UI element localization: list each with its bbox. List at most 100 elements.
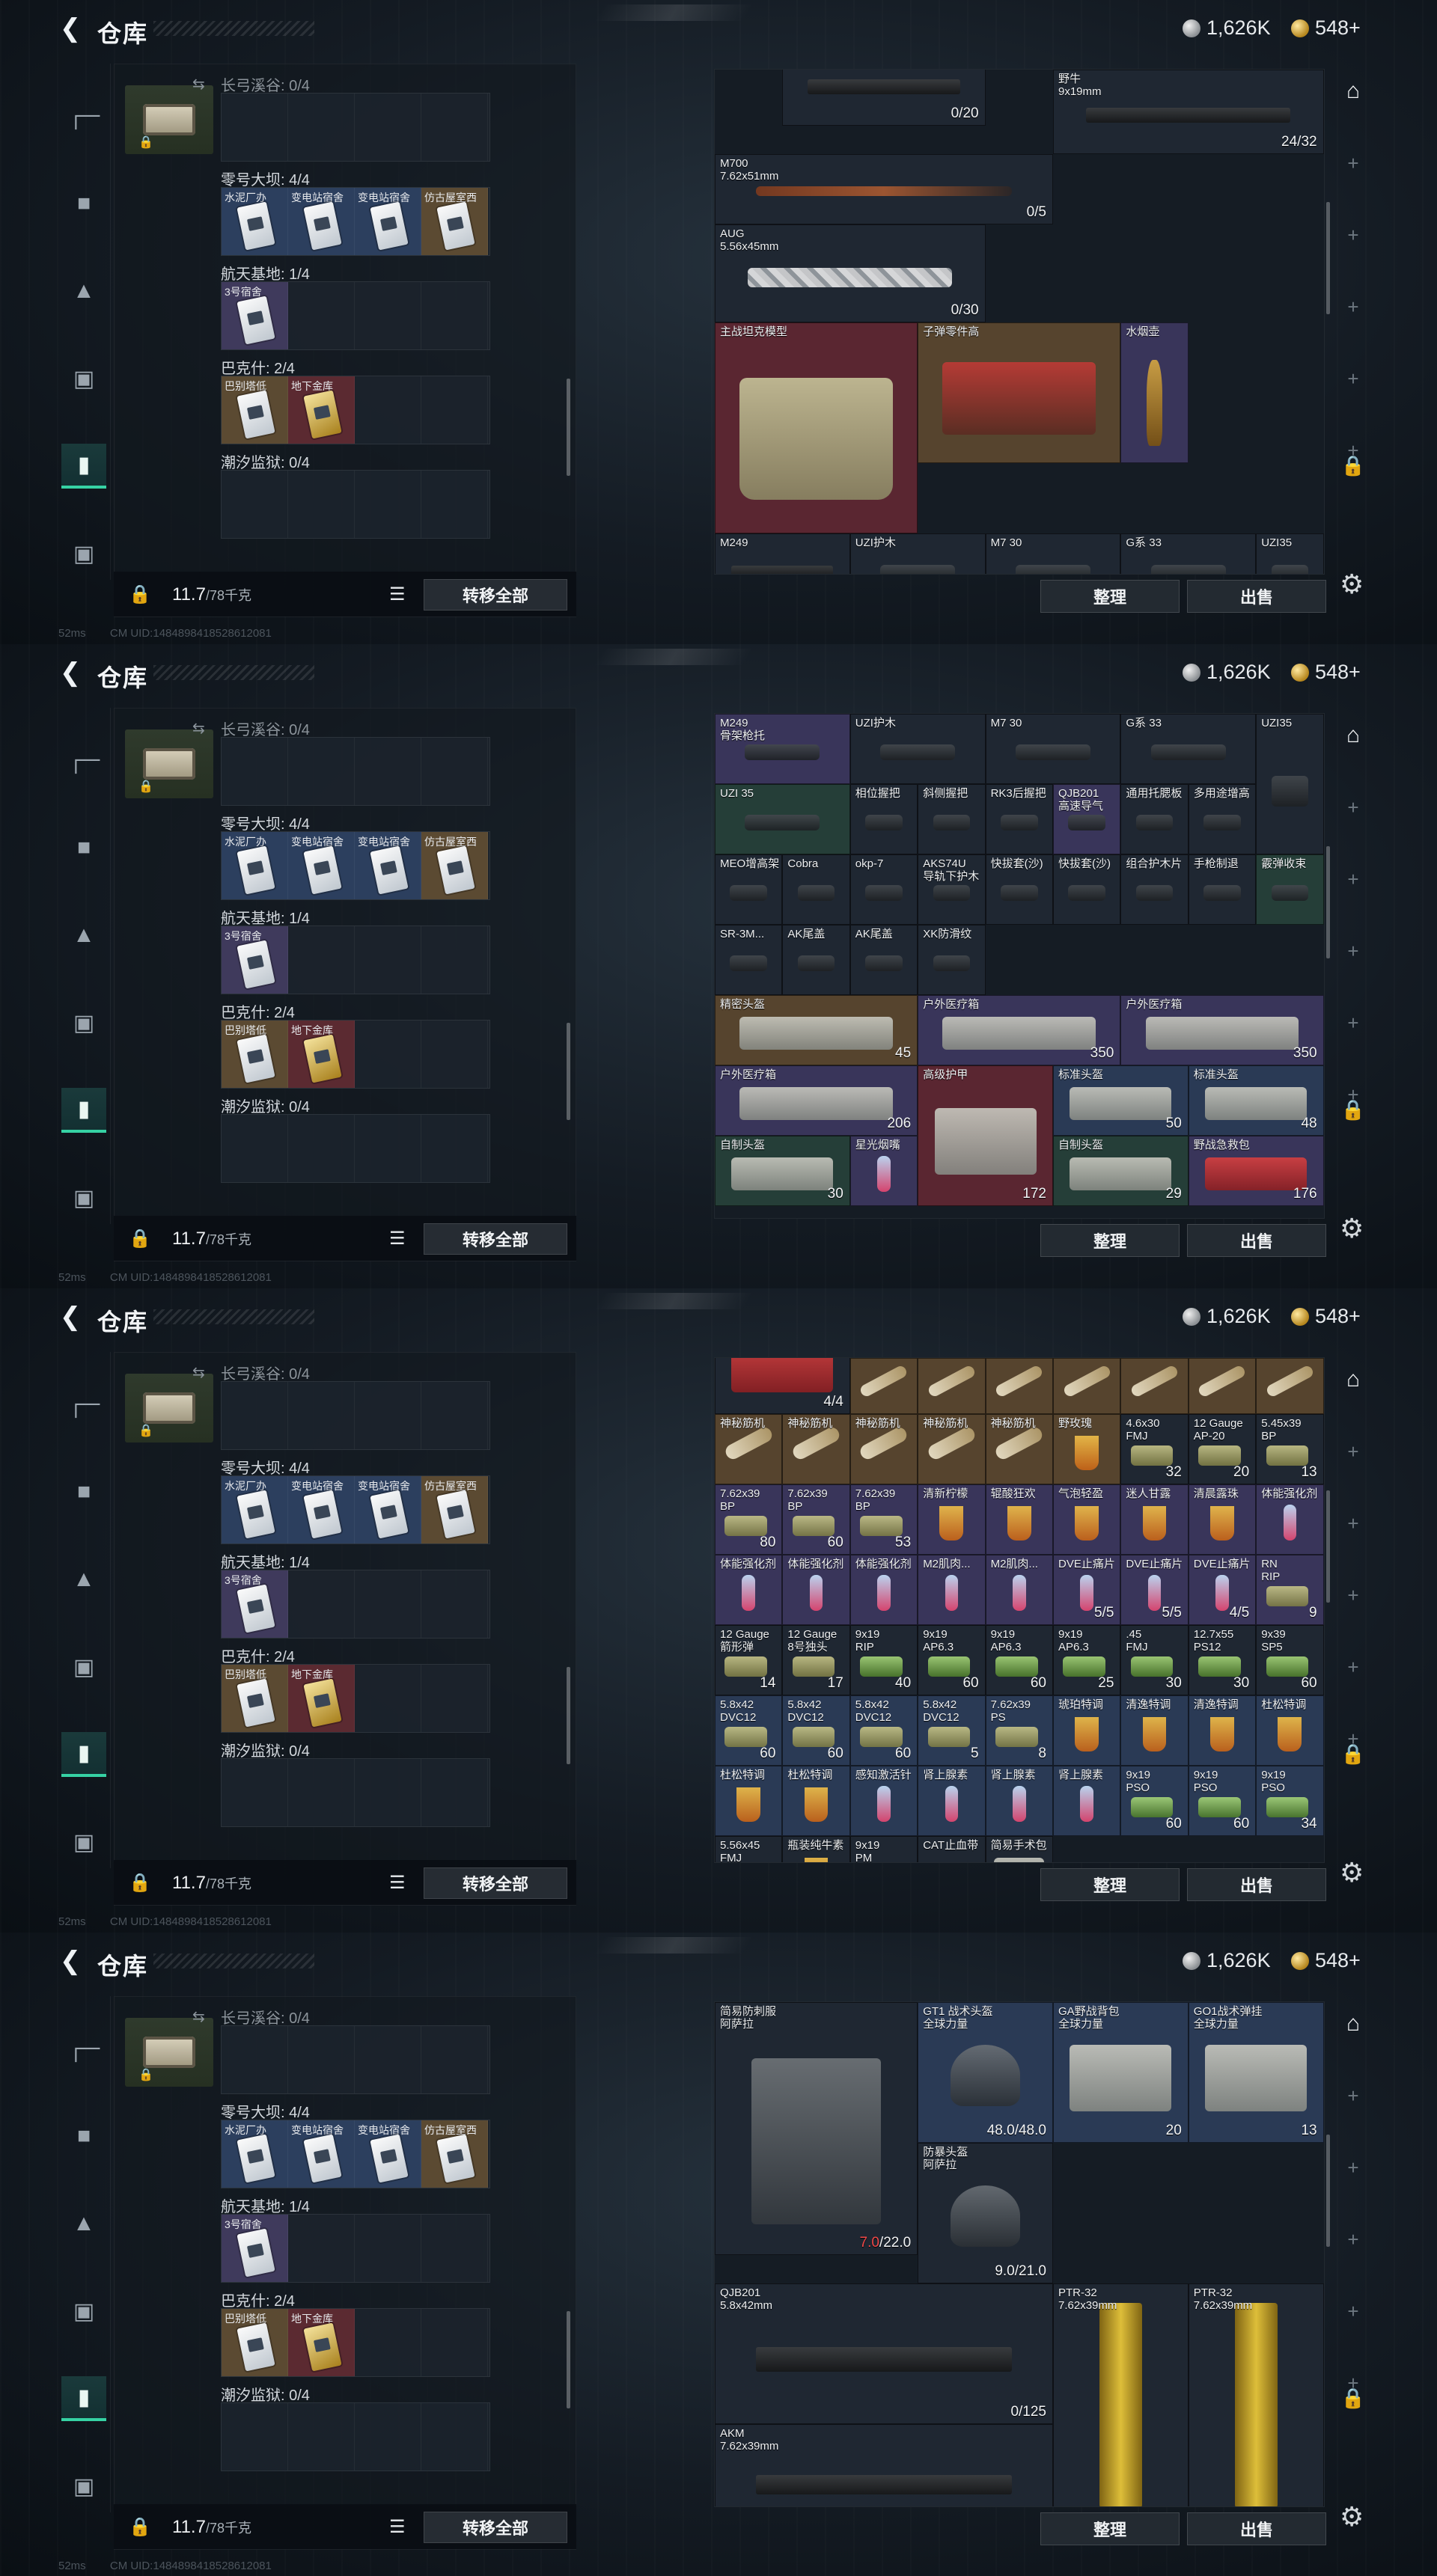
empty-slot[interactable]: [421, 376, 488, 444]
gear-icon[interactable]: ⚙: [1340, 1857, 1364, 1888]
inventory-item[interactable]: 组合护木片: [1120, 854, 1189, 925]
inventory-item[interactable]: RN RIP 9: [1256, 1555, 1324, 1626]
key-card-slot[interactable]: 巴别塔低: [222, 2309, 288, 2376]
inventory-item[interactable]: 4/4: [715, 1358, 850, 1415]
empty-slot[interactable]: [355, 376, 421, 444]
sidenav-container-icon[interactable]: ▮: [61, 444, 106, 489]
inventory-item[interactable]: 12 Gauge 8号独头 17: [782, 1625, 850, 1696]
empty-slot[interactable]: [421, 2215, 488, 2282]
inventory-item[interactable]: 5.45x39 BP 13: [1256, 1414, 1324, 1485]
inventory-item[interactable]: AK尾盖: [782, 925, 850, 995]
inventory-item[interactable]: 7.62x39 BP 60: [782, 1484, 850, 1555]
empty-slot[interactable]: [421, 1382, 488, 1449]
inventory-item[interactable]: 迷人甘露: [1120, 1484, 1189, 1555]
gold-currency[interactable]: 548+: [1291, 16, 1361, 40]
empty-slot[interactable]: [288, 2026, 355, 2093]
key-card-slot[interactable]: 3号宿舍: [222, 2215, 288, 2282]
inventory-item[interactable]: 斜侧握把: [918, 784, 986, 854]
inventory-item[interactable]: UZI35: [1256, 533, 1324, 574]
empty-slot[interactable]: [421, 1021, 488, 1088]
empty-slot[interactable]: [288, 2403, 355, 2471]
inventory-item[interactable]: QJB201 5.8x42mm 0/125: [715, 2283, 1053, 2424]
inventory-item[interactable]: 9x19 PSO 34: [1256, 1766, 1324, 1837]
empty-slot[interactable]: [222, 1382, 288, 1449]
key-card-slot[interactable]: 仿古屋室西: [421, 832, 488, 899]
inventory-item[interactable]: 神秘筋机: [782, 1414, 850, 1485]
inventory-item[interactable]: 9x19 AP6.3 60: [918, 1625, 986, 1696]
sidenav-armor-icon[interactable]: ■: [61, 1469, 106, 1514]
key-card-slot[interactable]: 地下金库: [288, 1021, 355, 1088]
rnav-plus-icon[interactable]: +: [1329, 857, 1377, 902]
inventory-item[interactable]: AKM 7.62x39mm: [715, 2424, 1053, 2506]
key-card-slot[interactable]: 巴别塔低: [222, 1021, 288, 1088]
sidenav-helmet-icon[interactable]: ▲: [61, 269, 106, 313]
inventory-item[interactable]: 气泡轻盈: [1053, 1484, 1121, 1555]
inventory-item[interactable]: DVE止痛片 5/5: [1120, 1555, 1189, 1626]
inventory-item[interactable]: 野战急救包 176: [1188, 1136, 1324, 1206]
sidenav-weapon-icon[interactable]: ┌─: [61, 2026, 106, 2071]
key-card-slot[interactable]: 水泥厂办: [222, 188, 288, 255]
rnav-plus-icon[interactable]: +: [1329, 141, 1377, 186]
inventory-item[interactable]: 辊酸狂欢: [985, 1484, 1053, 1555]
inventory-item[interactable]: 12.7x55 PS12 30: [1188, 1625, 1257, 1696]
empty-slot[interactable]: [421, 282, 488, 349]
sidenav-briefcase-icon[interactable]: ▣: [61, 531, 106, 576]
inventory-item[interactable]: 野牛 9x19mm 24/32: [1053, 70, 1324, 154]
safe-box-thumb[interactable]: 🔒: [125, 85, 213, 154]
rnav-lock-icon[interactable]: 🔒: [1329, 1731, 1377, 1776]
inventory-item[interactable]: 神秘筋机: [715, 1414, 783, 1485]
inventory-item[interactable]: 高级护甲 172: [918, 1065, 1053, 1206]
inventory-item[interactable]: 12 Gauge 箭形弹 14: [715, 1625, 783, 1696]
sidenav-weapon-icon[interactable]: ┌─: [61, 1382, 106, 1427]
inventory-item[interactable]: M249: [715, 533, 850, 574]
inventory-item[interactable]: M249 骨架枪托: [715, 714, 850, 784]
empty-slot[interactable]: [421, 1570, 488, 1638]
list-icon[interactable]: ☰: [389, 584, 406, 605]
inventory-item[interactable]: PTR-32 7.62x39mm: [1188, 2283, 1324, 2506]
inventory-item[interactable]: 快拔套(沙): [1053, 854, 1121, 925]
empty-slot[interactable]: [355, 1759, 421, 1826]
empty-slot[interactable]: [288, 282, 355, 349]
inventory-item[interactable]: G系 33: [1120, 714, 1257, 784]
rnav-plus-icon[interactable]: +: [1329, 356, 1377, 401]
sidenav-briefcase-icon[interactable]: ▣: [61, 1820, 106, 1864]
inventory-item[interactable]: DVE止痛片 4/5: [1188, 1555, 1257, 1626]
back-button[interactable]: ❮: [57, 1948, 84, 1974]
empty-slot[interactable]: [355, 2026, 421, 2093]
inventory-item[interactable]: 主战坦克模型: [715, 322, 918, 534]
inventory-item[interactable]: 9x19 PM: [849, 1836, 918, 1862]
inventory-item[interactable]: okp-7: [849, 854, 918, 925]
sort-button[interactable]: 整理: [1040, 1224, 1180, 1257]
key-card-slot[interactable]: 水泥厂办: [222, 1476, 288, 1544]
empty-slot[interactable]: [421, 926, 488, 994]
inventory-item[interactable]: 9x39 SP5 60: [1256, 1625, 1324, 1696]
rnav-plus-icon[interactable]: +: [1329, 1000, 1377, 1045]
rnav-plus-icon[interactable]: +: [1329, 1645, 1377, 1689]
gold-currency[interactable]: 548+: [1291, 661, 1361, 684]
rnav-plus-icon[interactable]: +: [1329, 2217, 1377, 2262]
inventory-item[interactable]: DVE止痛片 5/5: [1053, 1555, 1121, 1626]
empty-slot[interactable]: [355, 2309, 421, 2376]
inventory-item[interactable]: M7 30: [985, 714, 1121, 784]
sell-button[interactable]: 出售: [1187, 580, 1326, 613]
empty-slot[interactable]: [421, 738, 488, 805]
swap-icon[interactable]: ⇆: [192, 719, 205, 738]
swap-icon[interactable]: ⇆: [192, 2007, 205, 2026]
inventory-item[interactable]: 9x19 AP6.3 60: [985, 1625, 1053, 1696]
inventory-item[interactable]: 体能强化剂: [782, 1555, 850, 1626]
inventory-item[interactable]: 防暴头盔 阿萨拉 9.0/21.0: [918, 2143, 1053, 2283]
inventory-item[interactable]: 快拔套(沙): [985, 854, 1053, 925]
inventory-item[interactable]: [918, 1358, 986, 1415]
sidenav-helmet-icon[interactable]: ▲: [61, 1557, 106, 1602]
rnav-plus-icon[interactable]: +: [1329, 2289, 1377, 2334]
inventory-item[interactable]: UZI 35: [715, 784, 850, 854]
sidenav-container-icon[interactable]: ▮: [61, 1732, 106, 1777]
scrollbar[interactable]: [567, 379, 570, 476]
empty-slot[interactable]: [355, 1382, 421, 1449]
inventory-item[interactable]: 相位握把: [849, 784, 918, 854]
inventory-item[interactable]: 7.62x39 BP 80: [715, 1484, 783, 1555]
gear-icon[interactable]: ⚙: [1340, 1213, 1364, 1244]
empty-slot[interactable]: [288, 1115, 355, 1182]
rnav-plus-icon[interactable]: +: [1329, 212, 1377, 257]
key-card-slot[interactable]: 变电站宿舍: [355, 188, 421, 255]
